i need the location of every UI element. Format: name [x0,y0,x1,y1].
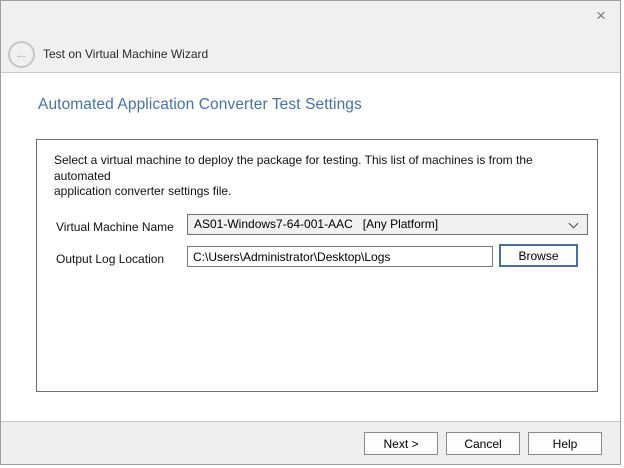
next-button[interactable]: Next > [364,432,438,455]
cancel-button[interactable]: Cancel [446,432,520,455]
vm-name-label: Virtual Machine Name [56,220,174,234]
back-arrow-icon: ← [14,47,29,62]
chevron-down-icon [569,219,579,229]
back-button[interactable]: ← [8,41,35,68]
description-text: Select a virtual machine to deploy the p… [54,153,584,200]
footer-bar: Next > Cancel Help [1,421,620,464]
help-button[interactable]: Help [528,432,602,455]
log-location-label: Output Log Location [56,252,164,266]
vm-name-select[interactable]: AS01-Windows7-64-001-AAC [Any Platform] [187,214,588,235]
close-button[interactable]: × [587,3,615,29]
browse-button[interactable]: Browse [499,244,578,267]
page-title: Automated Application Converter Test Set… [38,96,362,114]
description-line-2: application converter settings file. [54,184,231,198]
log-location-input[interactable] [187,246,493,267]
wizard-title: Test on Virtual Machine Wizard [43,47,208,61]
settings-group-box: Select a virtual machine to deploy the p… [36,139,598,392]
wizard-header: ← Test on Virtual Machine Wizard × [1,1,620,73]
close-icon: × [596,6,606,26]
description-line-1: Select a virtual machine to deploy the p… [54,153,533,183]
wizard-window: ← Test on Virtual Machine Wizard × Autom… [0,0,621,465]
vm-name-selected-value: AS01-Windows7-64-001-AAC [Any Platform] [194,217,438,231]
